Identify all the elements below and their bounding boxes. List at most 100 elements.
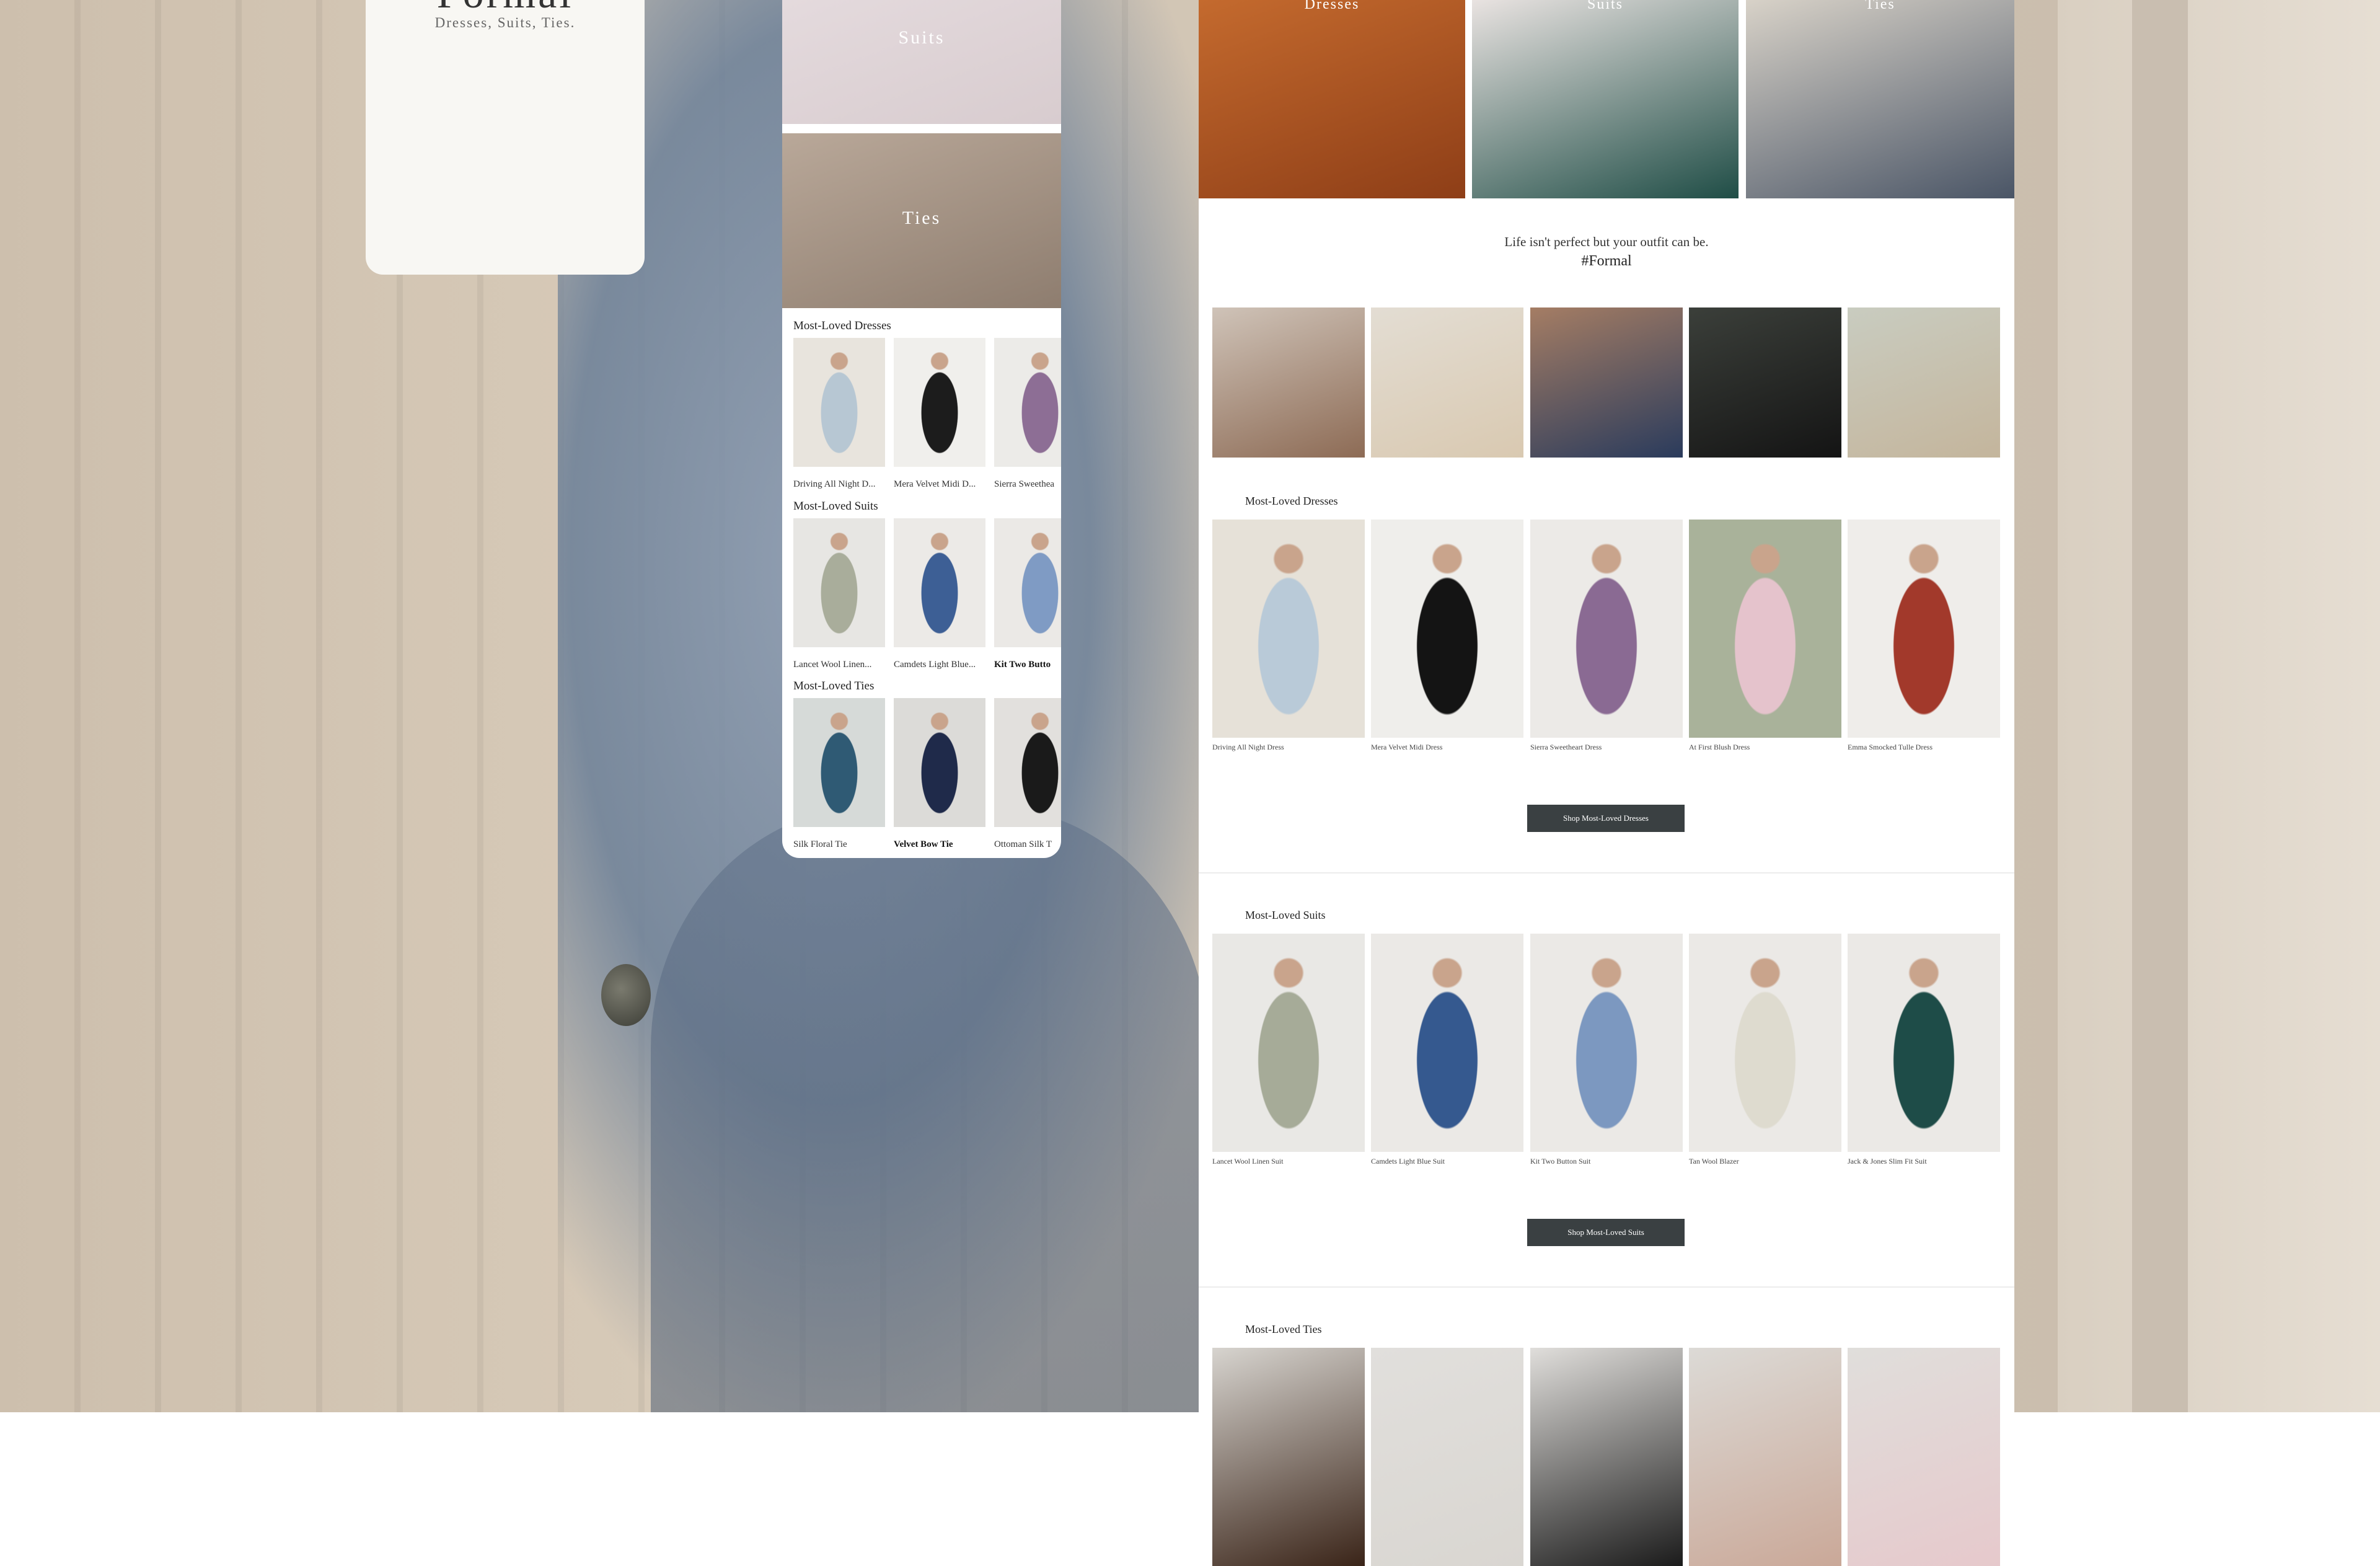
product-name[interactable]: Camdets Light Blue...	[894, 660, 985, 670]
product-card[interactable]	[1848, 1348, 2000, 1566]
product-card[interactable]: Lancet Wool Linen Suit	[1212, 934, 1365, 1166]
product-image[interactable]	[994, 518, 1061, 647]
product-name[interactable]: Kit Two Button Suit	[1530, 1157, 1683, 1166]
product-card[interactable]	[1689, 1348, 1841, 1566]
product-card[interactable]: Tan Wool Blazer	[1689, 934, 1841, 1166]
product-name[interactable]: Lancet Wool Linen...	[793, 660, 885, 670]
hashtag: #Formal	[1581, 253, 1632, 269]
category-tile-suits[interactable]: Suits	[782, 0, 1061, 124]
section-title-ties: Most-Loved Ties	[793, 679, 875, 692]
product-image[interactable]	[1212, 1348, 1365, 1566]
product-card[interactable]: Jack & Jones Slim Fit Suit	[1848, 934, 2000, 1166]
product-image[interactable]	[1371, 934, 1523, 1152]
product-card[interactable]: Camdets Light Blue Suit	[1371, 934, 1523, 1166]
product-name[interactable]: Camdets Light Blue Suit	[1371, 1157, 1523, 1166]
product-image[interactable]	[894, 338, 985, 467]
customer-photo[interactable]	[1212, 307, 1365, 458]
section-divider	[1199, 1286, 2014, 1288]
product-name[interactable]: Jack & Jones Slim Fit Suit	[1848, 1157, 2000, 1166]
product-image[interactable]	[1212, 520, 1365, 738]
product-card[interactable]	[1530, 1348, 1683, 1566]
brand-subtitle: Dresses, Suits, Ties.	[434, 15, 576, 30]
product-name[interactable]: Kit Two Butto	[994, 660, 1061, 670]
customer-photo[interactable]	[1848, 307, 2000, 458]
section-title-suits: Most-Loved Suits	[793, 500, 878, 513]
product-image[interactable]	[1530, 520, 1683, 738]
background-door-frame	[2058, 0, 2380, 1412]
product-name[interactable]: Sierra Sweetheart Dress	[1530, 743, 1683, 752]
category-tile-label: Ties	[902, 208, 941, 228]
product-name[interactable]: Tan Wool Blazer	[1689, 1157, 1841, 1166]
product-image[interactable]	[1689, 1348, 1841, 1566]
mobile-preview: Suits Ties Most-Loved Dresses Driving Al…	[782, 0, 1061, 858]
product-image[interactable]	[1212, 934, 1365, 1152]
product-name[interactable]: Sierra Sweethea	[994, 479, 1061, 490]
product-card[interactable]: Ottoman Silk T	[994, 698, 1061, 850]
category-tile-label: Suits	[898, 27, 945, 48]
section-title-suits: Most-Loved Suits	[1245, 909, 1326, 921]
brand-card: Formal Dresses, Suits, Ties.	[366, 0, 645, 275]
product-image[interactable]	[793, 518, 885, 647]
product-card[interactable]: Kit Two Butto	[994, 518, 1061, 670]
product-name[interactable]: Emma Smocked Tulle Dress	[1848, 743, 2000, 752]
section-title-ties: Most-Loved Ties	[1245, 1323, 1322, 1335]
product-image[interactable]	[894, 698, 985, 827]
product-card[interactable]	[1371, 1348, 1523, 1566]
product-image[interactable]	[1848, 934, 2000, 1152]
category-tile-ties[interactable]: Ties	[782, 133, 1061, 308]
product-card[interactable]: Kit Two Button Suit	[1530, 934, 1683, 1166]
product-name[interactable]: Lancet Wool Linen Suit	[1212, 1157, 1365, 1166]
product-image[interactable]	[994, 698, 1061, 827]
section-divider	[1199, 872, 2014, 874]
product-image[interactable]	[1848, 520, 2000, 738]
product-card[interactable]: Lancet Wool Linen...	[793, 518, 886, 670]
product-image[interactable]	[1371, 1348, 1523, 1566]
product-card[interactable]: Mera Velvet Midi Dress	[1371, 520, 1523, 752]
product-name[interactable]: At First Blush Dress	[1689, 743, 1841, 752]
product-name[interactable]: Silk Floral Tie	[793, 839, 885, 850]
product-image[interactable]	[793, 698, 885, 827]
product-name[interactable]: Mera Velvet Midi Dress	[1371, 743, 1523, 752]
product-image[interactable]	[793, 338, 885, 467]
product-card[interactable]: Sierra Sweethea	[994, 338, 1061, 490]
desktop-preview: Dresses Suits Ties Life isn't perfect bu…	[1199, 0, 2014, 1566]
product-card[interactable]: Driving All Night Dress	[1212, 520, 1365, 752]
category-tile-label: Ties	[1865, 0, 1895, 12]
product-card[interactable]: Mera Velvet Midi D...	[894, 338, 987, 490]
category-tile-ties[interactable]: Ties	[1746, 0, 2014, 198]
product-image[interactable]	[994, 338, 1061, 467]
product-card[interactable]: Emma Smocked Tulle Dress	[1848, 520, 2000, 752]
product-image[interactable]	[1371, 520, 1523, 738]
customer-photo[interactable]	[1689, 307, 1841, 458]
product-image[interactable]	[1530, 1348, 1683, 1566]
product-card[interactable]: Camdets Light Blue...	[894, 518, 987, 670]
product-name[interactable]: Ottoman Silk T	[994, 839, 1061, 850]
customer-photo[interactable]	[1371, 307, 1523, 458]
category-tile-suits[interactable]: Suits	[1472, 0, 1739, 198]
product-name[interactable]: Velvet Bow Tie	[894, 839, 985, 850]
product-image[interactable]	[1689, 934, 1841, 1152]
product-card[interactable]	[1212, 1348, 1365, 1566]
product-card[interactable]: Sierra Sweetheart Dress	[1530, 520, 1683, 752]
product-image[interactable]	[1530, 934, 1683, 1152]
shop-dresses-button[interactable]: Shop Most-Loved Dresses	[1527, 805, 1685, 832]
product-card[interactable]: Driving All Night D...	[793, 338, 886, 490]
product-card[interactable]: At First Blush Dress	[1689, 520, 1841, 752]
customer-photo[interactable]	[1530, 307, 1683, 458]
category-tile-label: Suits	[1587, 0, 1624, 12]
product-name[interactable]: Driving All Night D...	[793, 479, 885, 490]
tagline: Life isn't perfect but your outfit can b…	[1504, 234, 1709, 249]
door-knob	[601, 964, 651, 1026]
product-card[interactable]: Velvet Bow Tie	[894, 698, 987, 850]
category-tile-label: Dresses	[1304, 0, 1360, 12]
product-card[interactable]: Silk Floral Tie	[793, 698, 886, 850]
section-title-dresses: Most-Loved Dresses	[1245, 495, 1338, 507]
shop-suits-button[interactable]: Shop Most-Loved Suits	[1527, 1219, 1685, 1246]
section-title-dresses: Most-Loved Dresses	[793, 319, 891, 332]
product-image[interactable]	[1848, 1348, 2000, 1566]
product-image[interactable]	[894, 518, 985, 647]
product-name[interactable]: Driving All Night Dress	[1212, 743, 1365, 752]
product-image[interactable]	[1689, 520, 1841, 738]
product-name[interactable]: Mera Velvet Midi D...	[894, 479, 985, 490]
category-tile-dresses[interactable]: Dresses	[1199, 0, 1465, 198]
